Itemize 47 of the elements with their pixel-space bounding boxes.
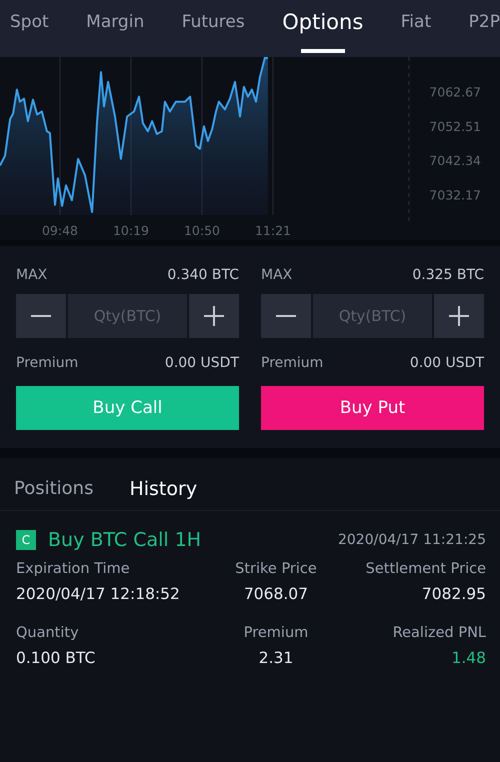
price-label: 7052.51 [429,118,481,134]
max-label: MAX [261,267,292,283]
plus-icon [449,306,469,326]
price-label: 7042.34 [429,153,481,168]
premium-label: Premium [261,355,324,371]
order-title: Buy BTC Call 1H [48,529,202,551]
minus-icon [31,315,51,317]
plus-button[interactable] [189,294,239,338]
field-label: Settlement Price [366,561,486,577]
tab[interactable]: Spot [10,0,49,57]
time-label: 10:19 [112,223,149,238]
buy-put-button[interactable]: Buy Put [261,386,484,430]
tab[interactable]: Positions [14,478,94,500]
tab[interactable]: History [129,478,198,500]
tab[interactable]: Margin [86,0,144,57]
max-label: MAX [16,267,48,283]
plus-icon [204,306,224,326]
price-label: 7032.17 [429,187,481,202]
field-value: 7082.95 [422,585,486,603]
tab[interactable]: P2P [468,0,500,57]
call-badge: C [16,530,36,550]
tab[interactable]: Futures [182,0,245,57]
order-time: 2020/04/17 11:21:25 [338,532,486,548]
field-value: 2020/04/17 12:18:52 [16,585,181,603]
premium-label: Premium [16,355,78,371]
time-label: 10:50 [184,223,220,238]
field-value: 0.100 BTC [16,649,96,667]
premium-value: 0.00 USDT [410,355,484,371]
field-value: 2.31 [258,649,294,667]
tab[interactable]: Fiat [400,0,432,57]
field-label: Strike Price [235,561,317,577]
max-value: 0.325 BTC [412,267,484,283]
field-label: Realized PNL [392,625,486,641]
field-value: 1.48 [451,649,486,667]
field-label: Premium [244,625,308,641]
quantity-field[interactable]: Qty(BTC) [68,294,187,338]
field-value: 7068.07 [244,585,308,603]
time-label: 09:48 [42,223,78,238]
minus-icon [276,315,296,317]
premium-value: 0.00 USDT [164,355,239,371]
field-label: Expiration Time [16,561,131,577]
field-label: Quantity [16,625,80,641]
price-label: 7062.67 [429,84,481,100]
max-value: 0.340 BTC [167,267,239,283]
quantity-field[interactable]: Qty(BTC) [313,294,432,338]
plus-button[interactable] [434,294,484,338]
time-label: 11:21 [254,223,291,238]
